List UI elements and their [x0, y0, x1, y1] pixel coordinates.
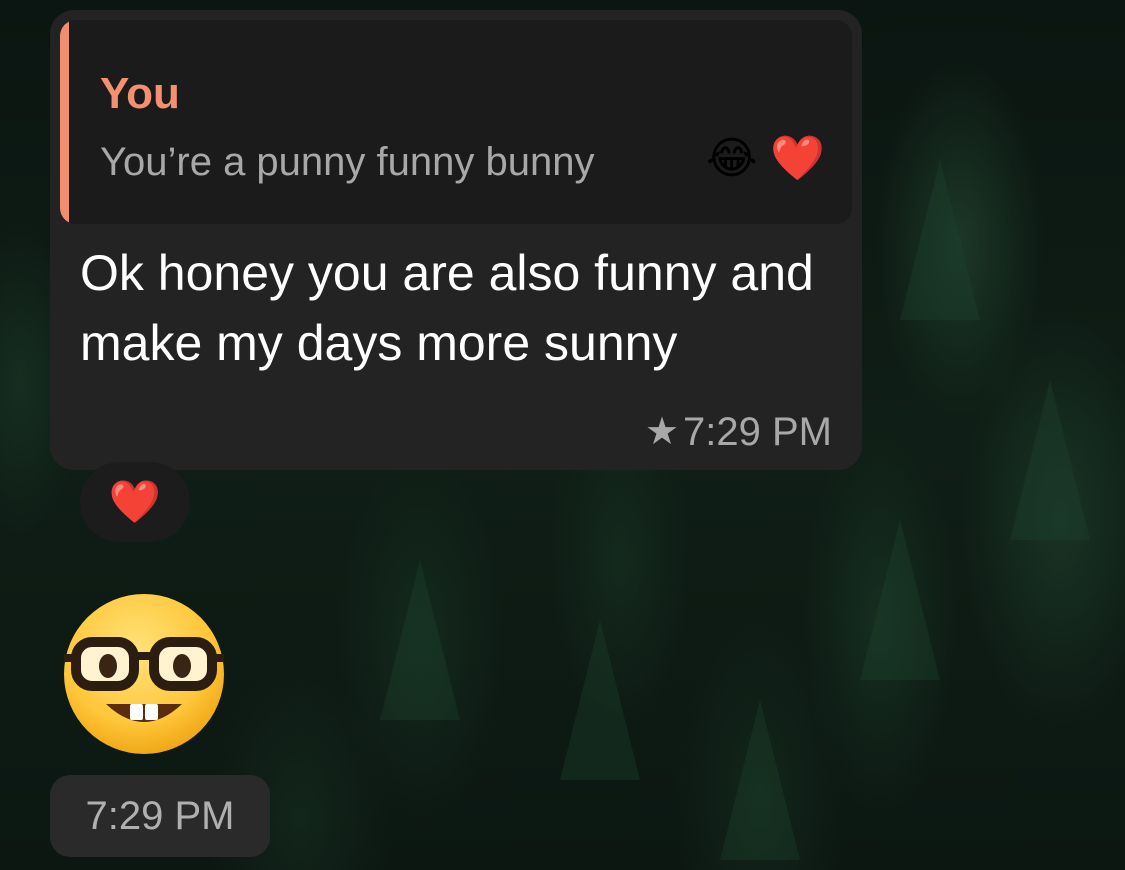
- reply-quote[interactable]: You You’re a punny funny bunny 😂 ❤️: [60, 20, 852, 224]
- reply-text: You’re a punny funny bunny: [100, 140, 595, 184]
- wallpaper-tree: [380, 560, 460, 720]
- reaction-badge[interactable]: ❤️: [80, 462, 190, 542]
- wallpaper-tree: [900, 160, 980, 320]
- message-time: 7:29 PM: [683, 410, 832, 454]
- reply-author: You: [100, 69, 180, 118]
- laughing-emoji-icon: 😂: [706, 134, 758, 183]
- wallpaper-tree: [1010, 380, 1090, 540]
- emoji-message-time: 7:29 PM: [50, 775, 270, 857]
- reply-accent-bar: [60, 20, 69, 224]
- wallpaper-tree: [720, 700, 800, 860]
- star-icon: ★: [644, 411, 680, 453]
- message-meta: ★ 7:29 PM: [645, 412, 832, 452]
- message-bubble[interactable]: You You’re a punny funny bunny 😂 ❤️ Ok h…: [50, 10, 862, 470]
- message-text: Ok honey you are also funny and make my …: [80, 245, 814, 371]
- nerd-emoji-icon[interactable]: [60, 590, 228, 758]
- heart-reaction-icon: ❤️: [108, 477, 162, 525]
- wallpaper-tree: [860, 520, 940, 680]
- wallpaper-tree: [560, 620, 640, 780]
- heart-emoji-icon: ❤️: [770, 134, 825, 183]
